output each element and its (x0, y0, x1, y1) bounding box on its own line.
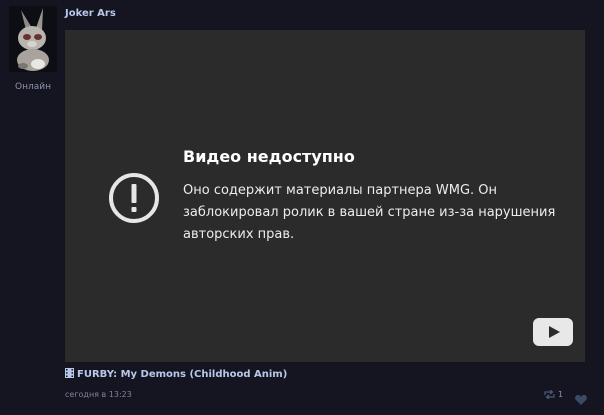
avatar[interactable] (9, 6, 57, 72)
online-status: Онлайн (15, 82, 51, 92)
youtube-play-icon[interactable] (533, 318, 573, 346)
alert-icon (109, 173, 159, 223)
author-name[interactable]: Joker Ars (65, 8, 116, 19)
repost-button[interactable]: 1 (544, 390, 563, 399)
avatar-image (9, 6, 57, 72)
video-title-link[interactable]: FURBY: My Demons (Childhood Anim) (65, 368, 287, 380)
error-message: Оно содержит материалы партнера WMG. Он … (183, 183, 556, 242)
heart-icon (575, 395, 587, 405)
wall-post: Онлайн Joker Ars Видео недоступно Оно со… (0, 0, 604, 415)
repost-icon (544, 390, 555, 399)
post-timestamp[interactable]: сегодня в 13:23 (65, 390, 132, 399)
film-icon (65, 368, 74, 378)
error-title: Видео недоступно (183, 147, 355, 166)
video-player[interactable]: Видео недоступно Оно содержит материалы … (65, 30, 585, 362)
video-title: FURBY: My Demons (Childhood Anim) (77, 369, 288, 380)
like-button[interactable] (575, 390, 587, 409)
repost-count: 1 (558, 390, 564, 399)
